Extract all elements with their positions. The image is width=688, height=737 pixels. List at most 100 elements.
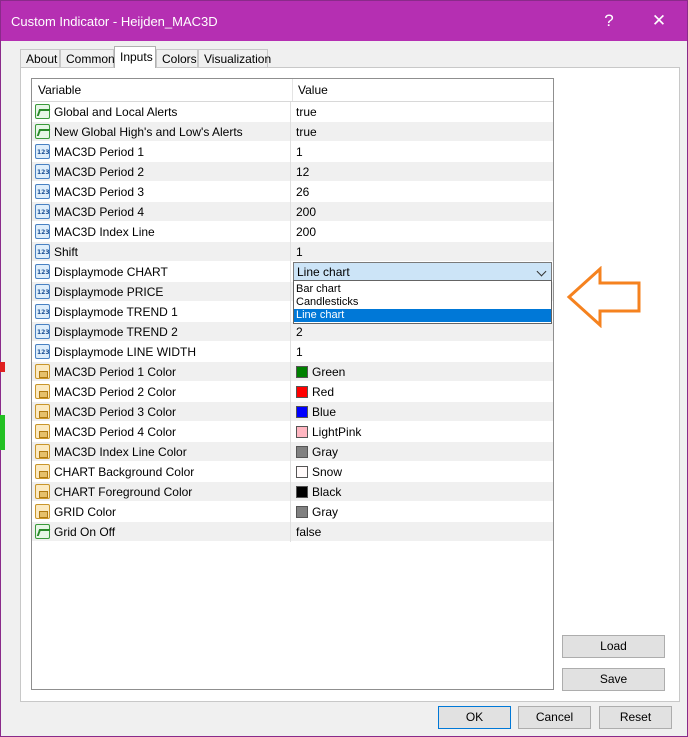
value-cell[interactable]: Gray	[292, 442, 553, 462]
tab-colors[interactable]: Colors	[156, 49, 198, 67]
variable-cell[interactable]: New Global High's and Low's Alerts	[32, 122, 291, 142]
variable-label: Grid On Off	[54, 525, 116, 539]
variable-cell[interactable]: MAC3D Index Line Color	[32, 442, 291, 462]
value-text: Gray	[312, 445, 339, 459]
displaymode-chart-select[interactable]: Line chart	[293, 262, 552, 282]
number-icon	[35, 164, 50, 179]
variable-cell[interactable]: MAC3D Period 1	[32, 142, 291, 162]
table-row[interactable]: MAC3D Period 1 1	[32, 142, 553, 162]
value-cell[interactable]: 1	[292, 342, 553, 362]
variable-cell[interactable]: MAC3D Period 2 Color	[32, 382, 291, 402]
variable-cell[interactable]: CHART Background Color	[32, 462, 291, 482]
variable-cell[interactable]: Displaymode TREND 2	[32, 322, 291, 342]
tab-about[interactable]: About	[20, 49, 60, 67]
reset-button[interactable]: Reset	[599, 706, 672, 729]
value-cell[interactable]: Gray	[292, 502, 553, 522]
cancel-button[interactable]: Cancel	[518, 706, 591, 729]
table-row[interactable]: MAC3D Index Line 200	[32, 222, 553, 242]
column-header-value[interactable]: Value	[292, 79, 553, 101]
value-cell[interactable]: 1	[292, 242, 553, 262]
table-row[interactable]: Displaymode LINE WIDTH 1	[32, 342, 553, 362]
color-swatch	[296, 366, 308, 378]
load-button[interactable]: Load	[562, 635, 665, 658]
variable-label: MAC3D Period 1	[54, 145, 145, 159]
tab-visualization[interactable]: Visualization	[198, 49, 271, 67]
variable-cell[interactable]: Grid On Off	[32, 522, 291, 542]
variable-label: MAC3D Period 3	[54, 185, 145, 199]
dropdown-option-candlesticks[interactable]: Candlesticks	[294, 296, 551, 309]
table-row[interactable]: Displaymode TREND 2 2	[32, 322, 553, 342]
table-row[interactable]: GRID Color Gray	[32, 502, 553, 522]
color-icon	[35, 424, 50, 439]
table-row[interactable]: Global and Local Alerts true	[32, 102, 553, 122]
table-row[interactable]: New Global High's and Low's Alerts true	[32, 122, 553, 142]
ok-button[interactable]: OK	[438, 706, 511, 729]
table-row[interactable]: MAC3D Period 2 Color Red	[32, 382, 553, 402]
table-row[interactable]: MAC3D Period 2 12	[32, 162, 553, 182]
value-cell[interactable]: 2	[292, 322, 553, 342]
variable-cell[interactable]: MAC3D Period 3 Color	[32, 402, 291, 422]
value-text: 1	[296, 145, 303, 159]
number-icon	[35, 264, 50, 279]
dropdown-option-line-chart[interactable]: Line chart	[294, 309, 551, 322]
value-cell[interactable]: 200	[292, 222, 553, 242]
variable-cell[interactable]: Displaymode TREND 1	[32, 302, 291, 322]
variable-label: New Global High's and Low's Alerts	[54, 125, 243, 139]
table-row[interactable]: MAC3D Period 4 Color LightPink	[32, 422, 553, 442]
variable-cell[interactable]: Displaymode LINE WIDTH	[32, 342, 291, 362]
value-cell[interactable]: 200	[292, 202, 553, 222]
variable-cell[interactable]: MAC3D Index Line	[32, 222, 291, 242]
table-row[interactable]: Shift 1	[32, 242, 553, 262]
variable-cell[interactable]: Shift	[32, 242, 291, 262]
color-icon	[35, 404, 50, 419]
table-row[interactable]: MAC3D Period 3 26	[32, 182, 553, 202]
variable-cell[interactable]: Displaymode CHART	[32, 262, 291, 282]
value-cell[interactable]: 26	[292, 182, 553, 202]
close-icon[interactable]: ✕	[644, 9, 674, 33]
table-row[interactable]: MAC3D Index Line Color Gray	[32, 442, 553, 462]
window-title: Custom Indicator - Heijden_MAC3D	[11, 14, 218, 29]
variable-cell[interactable]: CHART Foreground Color	[32, 482, 291, 502]
save-button[interactable]: Save	[562, 668, 665, 691]
variable-cell[interactable]: GRID Color	[32, 502, 291, 522]
table-row[interactable]: MAC3D Period 1 Color Green	[32, 362, 553, 382]
variable-cell[interactable]: MAC3D Period 1 Color	[32, 362, 291, 382]
table-row[interactable]: Grid On Off false	[32, 522, 553, 542]
dropdown-option-bar-chart[interactable]: Bar chart	[294, 283, 551, 296]
variable-cell[interactable]: MAC3D Period 4	[32, 202, 291, 222]
variable-cell[interactable]: MAC3D Period 4 Color	[32, 422, 291, 442]
value-cell[interactable]: 12	[292, 162, 553, 182]
value-text: 200	[296, 225, 317, 239]
color-swatch	[296, 446, 308, 458]
column-header-variable[interactable]: Variable	[32, 79, 293, 101]
tab-inputs[interactable]: Inputs	[114, 46, 156, 68]
value-cell[interactable]: Blue	[292, 402, 553, 422]
table-row[interactable]: Displaymode CHART Line chart	[32, 262, 553, 282]
tab-common[interactable]: Common	[60, 49, 115, 67]
value-cell[interactable]: 1	[292, 142, 553, 162]
displaymode-dropdown-list: Bar chart Candlesticks Line chart	[293, 280, 552, 324]
value-cell[interactable]: true	[292, 102, 553, 122]
value-cell[interactable]: Snow	[292, 462, 553, 482]
variable-label: Displaymode TREND 2	[54, 325, 178, 339]
table-row[interactable]: MAC3D Period 4 200	[32, 202, 553, 222]
variable-cell[interactable]: Displaymode PRICE	[32, 282, 291, 302]
variable-cell[interactable]: MAC3D Period 3	[32, 182, 291, 202]
help-icon[interactable]: ?	[594, 9, 624, 33]
value-cell[interactable]: Red	[292, 382, 553, 402]
value-cell[interactable]: true	[292, 122, 553, 142]
value-cell[interactable]: LightPink	[292, 422, 553, 442]
table-row[interactable]: CHART Background Color Snow	[32, 462, 553, 482]
variable-cell[interactable]: Global and Local Alerts	[32, 102, 291, 122]
chevron-down-icon[interactable]	[536, 266, 547, 277]
title-bar[interactable]: Custom Indicator - Heijden_MAC3D ? ✕	[1, 1, 687, 41]
number-icon	[35, 244, 50, 259]
value-cell[interactable]: Black	[292, 482, 553, 502]
inputs-panel: Variable Value Global and Local Alerts tr…	[20, 67, 680, 702]
variable-cell[interactable]: MAC3D Period 2	[32, 162, 291, 182]
table-row[interactable]: CHART Foreground Color Black	[32, 482, 553, 502]
table-row[interactable]: MAC3D Period 3 Color Blue	[32, 402, 553, 422]
color-swatch	[296, 406, 308, 418]
value-cell[interactable]: false	[292, 522, 553, 542]
value-cell[interactable]: Green	[292, 362, 553, 382]
